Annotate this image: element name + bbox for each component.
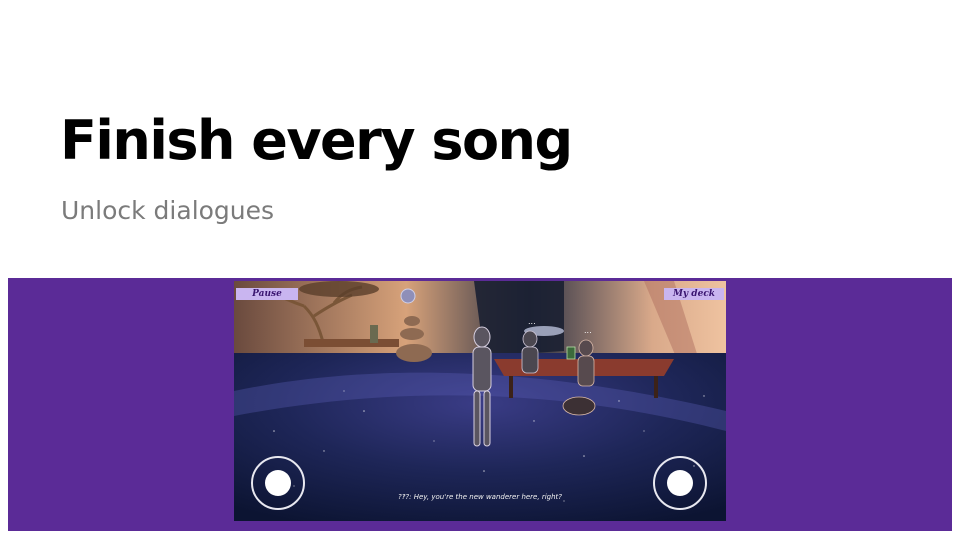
right-joystick-icon[interactable] — [653, 456, 707, 510]
speech-indicator: ... — [584, 326, 592, 335]
speech-indicator: ... — [528, 317, 536, 326]
moon-icon — [400, 288, 416, 304]
slide-subtitle: Unlock dialogues — [61, 196, 275, 225]
low-platform — [304, 339, 399, 347]
green-lantern — [566, 346, 576, 360]
tree-canopy — [299, 281, 379, 297]
table-leg-left — [509, 376, 513, 398]
game-screenshot: ... ... Pause My deck ???: Hey, you're t… — [234, 281, 726, 521]
pause-button[interactable]: Pause — [236, 288, 298, 300]
dialogue-text: ???: Hey, you're the new wanderer here, … — [398, 493, 562, 501]
left-joystick-icon[interactable] — [251, 456, 305, 510]
table-leg-right — [654, 376, 658, 398]
small-figure — [370, 325, 378, 343]
my-deck-button[interactable]: My deck — [664, 288, 724, 300]
slide-title: Finish every song — [60, 109, 573, 172]
character-seated-1 — [521, 330, 539, 374]
